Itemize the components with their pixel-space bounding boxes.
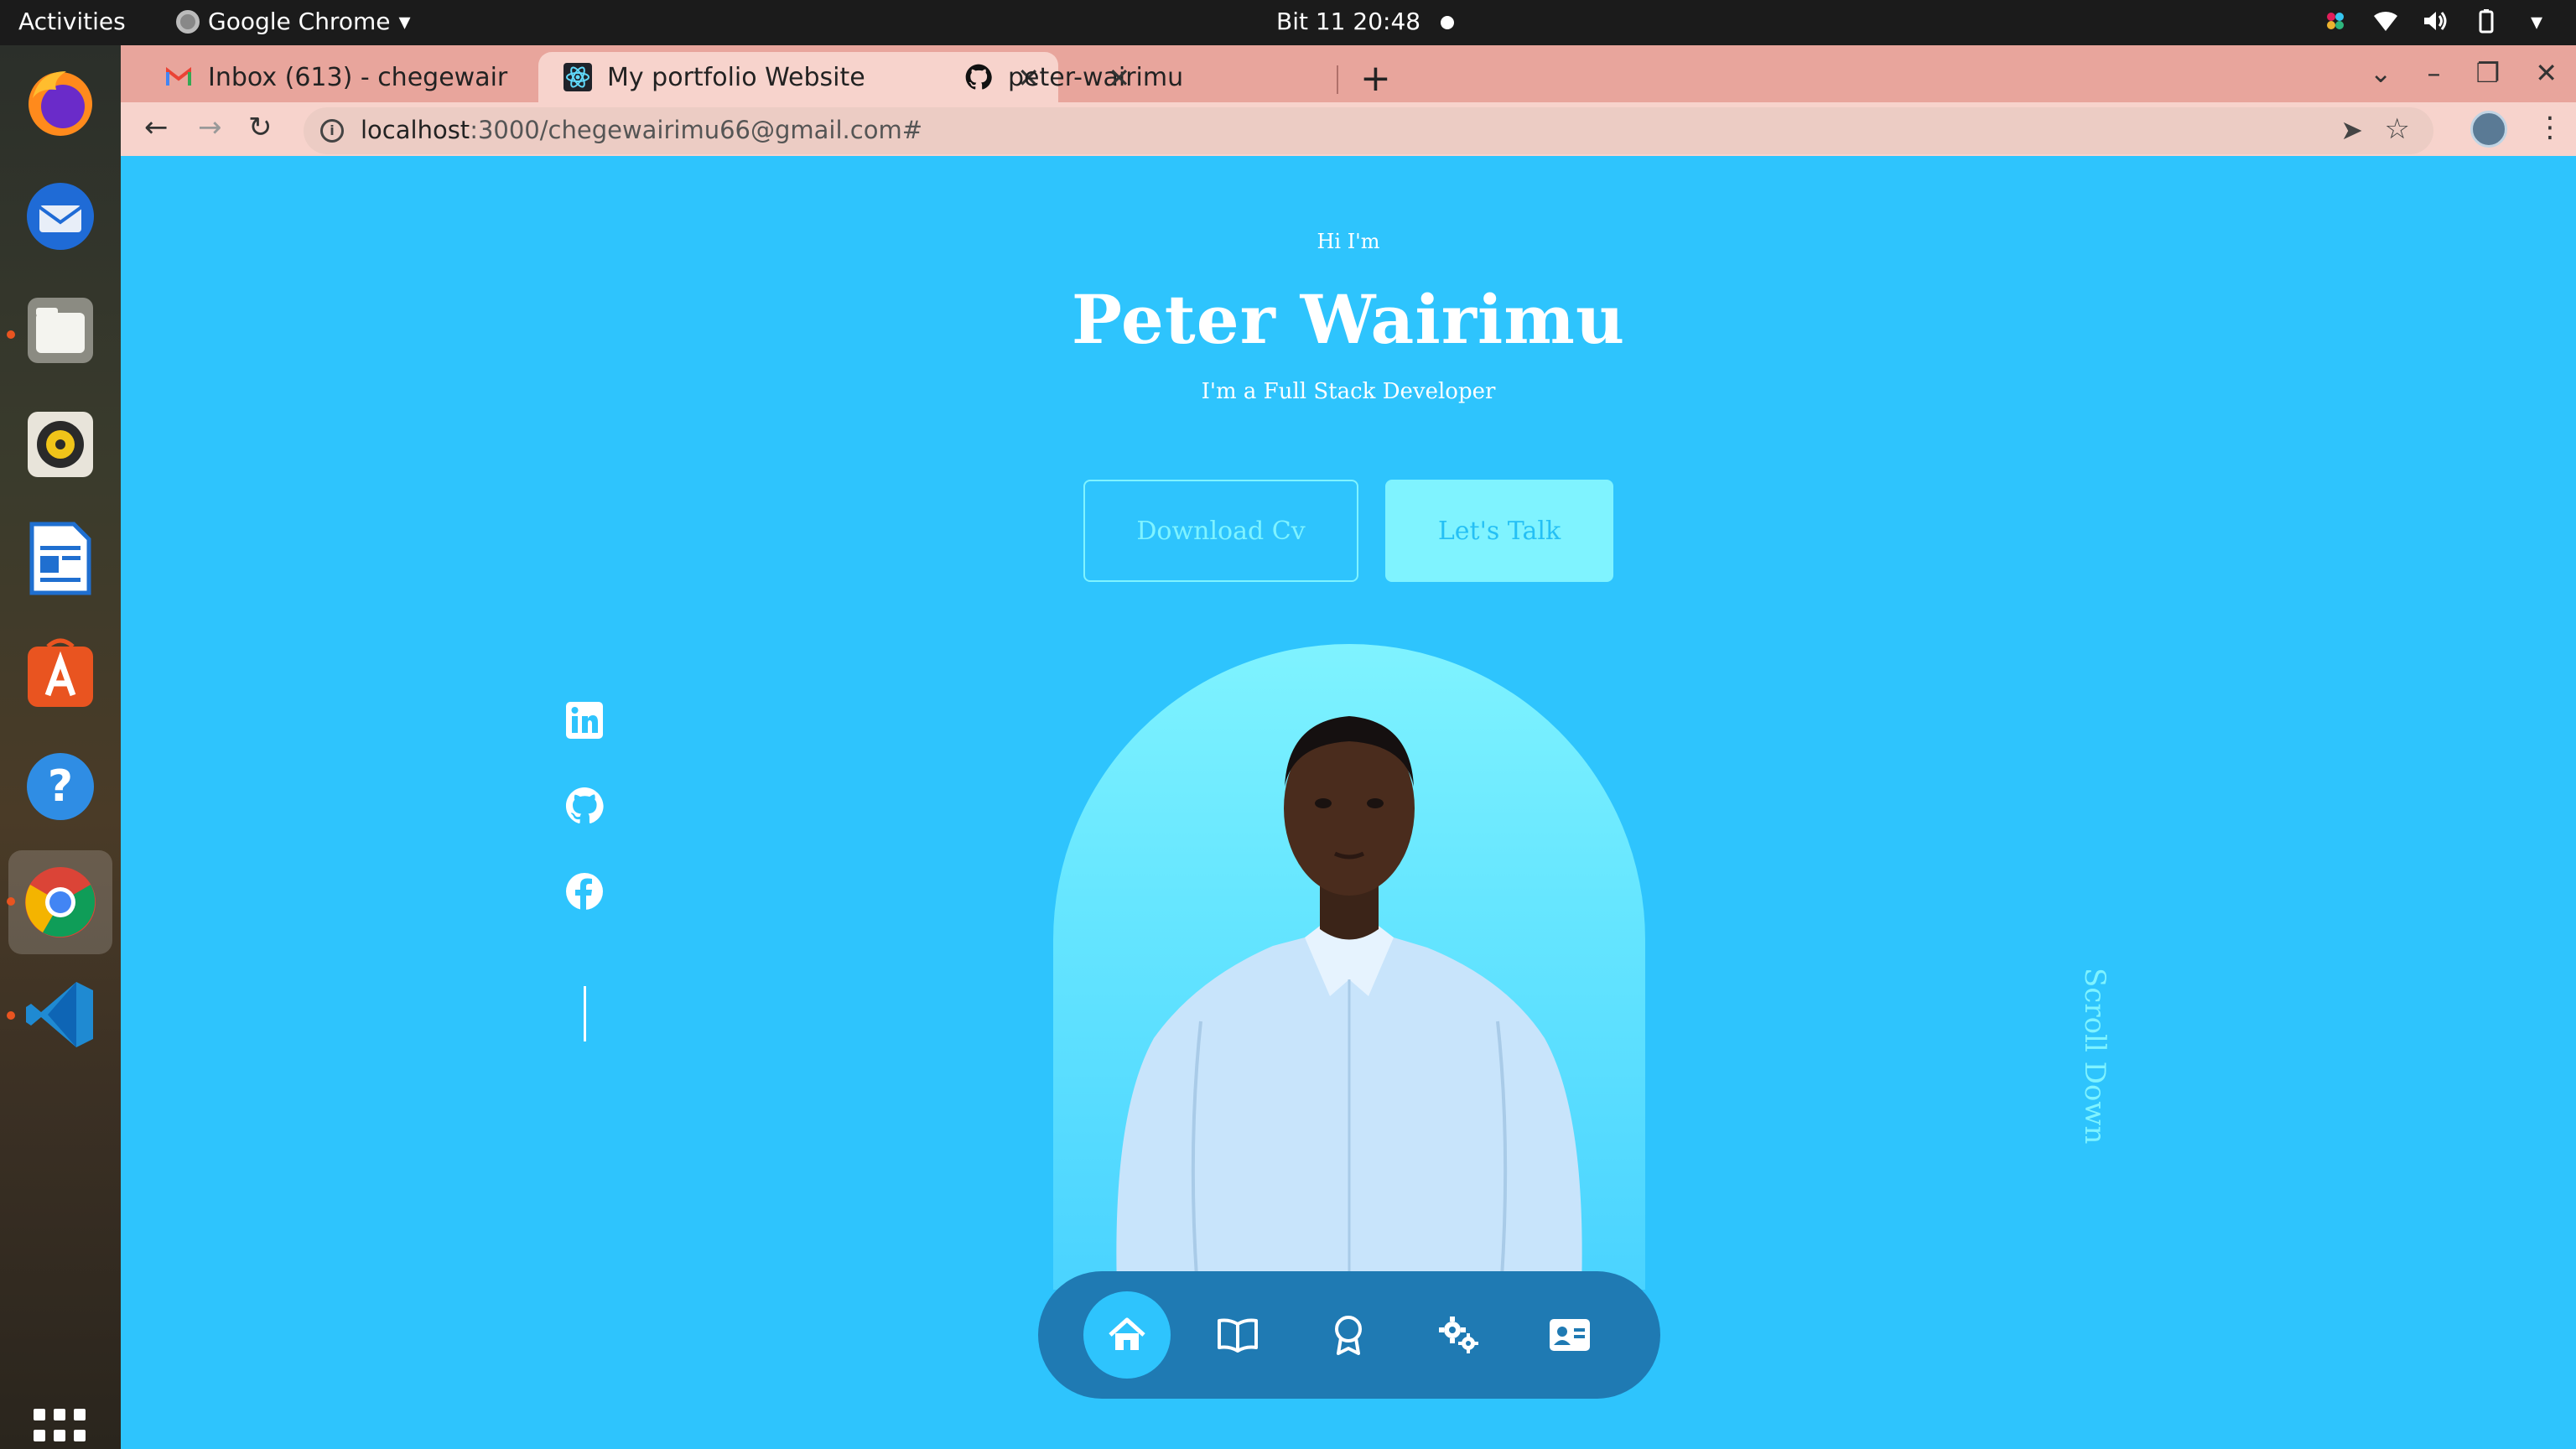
tab-strip: Inbox (613) - chegewairimu ✕ My portfoli… xyxy=(121,45,2576,102)
browser-toolbar: ← → ↻ i localhost:3000/chegewairimu66@gm… xyxy=(121,102,2576,156)
tab-title: My portfolio Website xyxy=(607,62,865,92)
react-icon xyxy=(564,63,592,91)
download-cv-button[interactable]: Download Cv xyxy=(1083,480,1358,582)
tab-separator xyxy=(1337,65,1338,94)
send-icon[interactable]: ➤ xyxy=(2340,114,2363,146)
running-indicator xyxy=(7,330,15,339)
system-tray[interactable]: ▾ xyxy=(2321,7,2551,35)
tab-title: peter-wairimu xyxy=(1008,62,1184,92)
url-text[interactable]: localhost:3000/chegewairimu66@gmail.com# xyxy=(361,116,922,144)
gears-icon xyxy=(1439,1317,1478,1353)
reload-icon[interactable]: ↻ xyxy=(248,111,273,144)
github-icon xyxy=(964,63,993,91)
writer-icon[interactable] xyxy=(18,517,102,600)
hero-role: I'm a Full Stack Developer xyxy=(1201,379,1496,404)
volume-icon[interactable] xyxy=(2422,7,2450,35)
show-apps-icon[interactable] xyxy=(34,1409,87,1449)
social-links xyxy=(565,701,604,1041)
close-tab-icon[interactable]: ✕ xyxy=(1108,62,1130,94)
nav-experience[interactable] xyxy=(1305,1291,1392,1379)
minimize-button[interactable]: – xyxy=(2428,57,2441,89)
running-indicator xyxy=(7,1011,15,1020)
nav-home[interactable] xyxy=(1083,1291,1171,1379)
hero-name: Peter Wairimu xyxy=(1071,280,1626,359)
app-menu-label: Google Chrome xyxy=(208,8,391,35)
forward-icon[interactable]: → xyxy=(198,111,222,144)
thunderbird-icon[interactable] xyxy=(18,174,102,258)
power-menu-icon[interactable]: ▾ xyxy=(2522,7,2551,35)
nav-contact[interactable] xyxy=(1526,1291,1613,1379)
portfolio-page: Hi I'm Peter Wairimu I'm a Full Stack De… xyxy=(121,156,2576,1449)
profile-avatar[interactable] xyxy=(2470,111,2507,148)
app-menu[interactable]: Google Chrome ▾ xyxy=(176,8,411,35)
facebook-icon[interactable] xyxy=(565,872,604,911)
social-divider-line xyxy=(584,986,586,1041)
svg-text:?: ? xyxy=(48,761,73,812)
home-icon xyxy=(1109,1317,1145,1350)
wifi-icon[interactable] xyxy=(2371,7,2400,35)
github-icon[interactable] xyxy=(565,787,604,825)
running-indicator xyxy=(7,897,15,906)
award-icon xyxy=(1335,1316,1362,1355)
chrome-icon[interactable] xyxy=(8,850,112,954)
help-icon[interactable]: ? xyxy=(18,745,102,828)
firefox-icon[interactable] xyxy=(18,60,102,144)
close-window-button[interactable]: ✕ xyxy=(2535,57,2558,89)
profile-photo-frame xyxy=(1053,644,1645,1290)
files-icon[interactable] xyxy=(18,288,102,372)
notification-dot xyxy=(1441,16,1454,29)
slack-icon[interactable] xyxy=(2321,7,2350,35)
linkedin-icon[interactable] xyxy=(565,701,604,740)
activities-button[interactable]: Activities xyxy=(18,8,126,35)
browser-window: Inbox (613) - chegewairimu ✕ My portfoli… xyxy=(121,45,2576,1449)
maximize-button[interactable]: ❐ xyxy=(2476,57,2501,89)
greeting: Hi I'm xyxy=(1317,230,1380,253)
address-bar[interactable]: i localhost:3000/chegewairimu66@gmail.co… xyxy=(304,107,2433,154)
scroll-down-link[interactable]: Scroll Down xyxy=(2078,968,2111,1144)
menu-kebab-icon[interactable]: ⋮ xyxy=(2536,111,2564,144)
ubuntu-dock: ? xyxy=(0,45,121,1449)
new-tab-button[interactable]: + xyxy=(1360,57,1391,100)
clock[interactable]: Bit 11 20:48 xyxy=(1276,8,1420,35)
system-top-bar: Activities Google Chrome ▾ Bit 11 20:48 … xyxy=(0,0,2576,45)
gmail-icon xyxy=(164,63,193,91)
chrome-app-icon xyxy=(176,9,200,34)
nav-services[interactable] xyxy=(1415,1291,1503,1379)
tab-search-icon[interactable]: ⌄ xyxy=(2370,57,2392,89)
book-icon xyxy=(1218,1318,1258,1353)
battery-icon[interactable] xyxy=(2472,7,2501,35)
vscode-icon[interactable] xyxy=(18,973,102,1057)
site-info-icon[interactable]: i xyxy=(320,119,344,143)
window-controls: ⌄ – ❐ ✕ xyxy=(2370,57,2558,89)
tab-title: Inbox (613) - chegewairimu xyxy=(208,62,510,92)
app-center-icon[interactable] xyxy=(18,631,102,714)
lets-talk-button[interactable]: Let's Talk xyxy=(1385,480,1613,582)
rhythmbox-icon[interactable] xyxy=(18,402,102,486)
contact-card-icon xyxy=(1550,1319,1590,1351)
bookmark-star-icon[interactable]: ☆ xyxy=(2385,112,2410,146)
back-icon[interactable]: ← xyxy=(144,111,169,144)
profile-photo xyxy=(1116,716,1582,1290)
chevron-down-icon: ▾ xyxy=(398,8,411,35)
bottom-nav xyxy=(1038,1271,1660,1399)
nav-about[interactable] xyxy=(1194,1291,1281,1379)
